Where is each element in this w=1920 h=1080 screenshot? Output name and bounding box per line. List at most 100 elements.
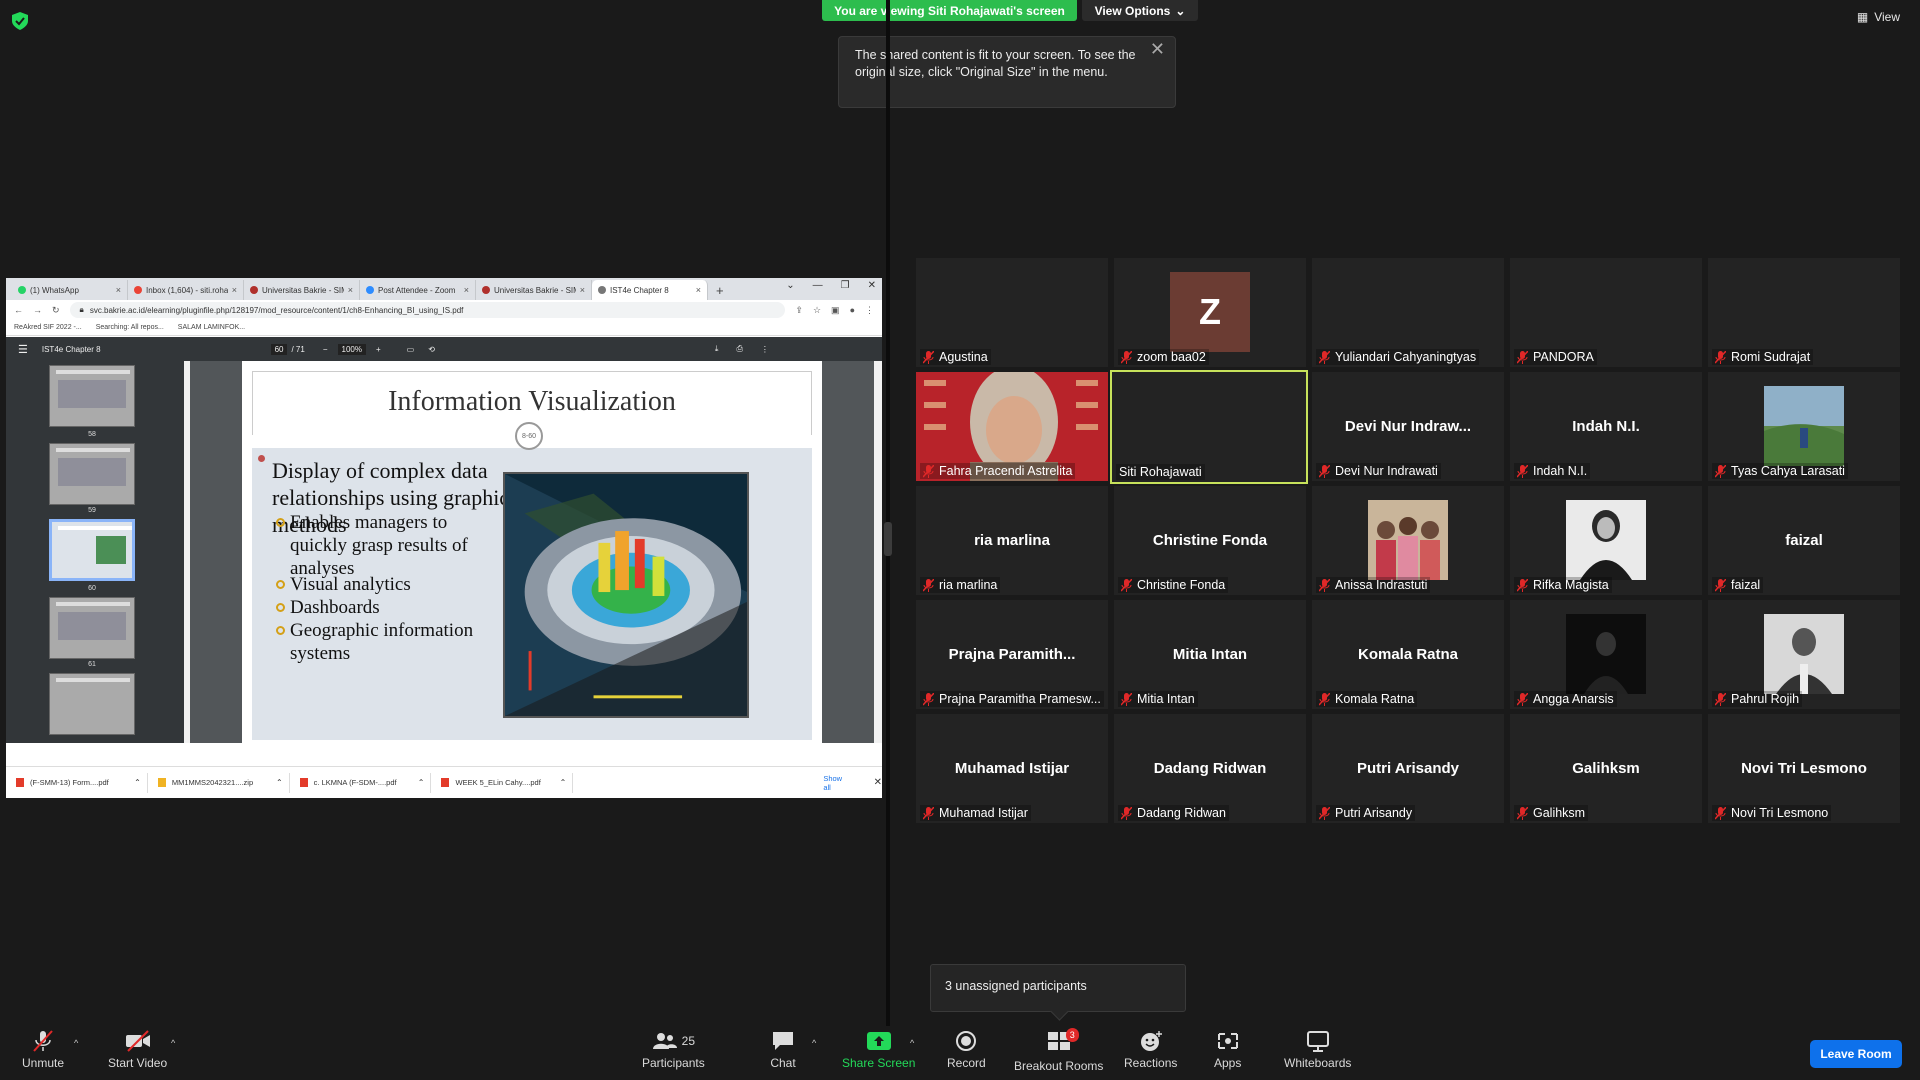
- participant-tile[interactable]: Muhamad Istijar Muhamad Istijar: [916, 714, 1108, 823]
- download-item[interactable]: (F-SMM-13) Form....pdf ⌃: [6, 772, 148, 793]
- page-input[interactable]: 60: [270, 343, 288, 355]
- participants-button[interactable]: 25 Participants: [642, 1030, 705, 1070]
- participant-tile[interactable]: Anissa Indrastuti: [1312, 486, 1504, 595]
- pdf-scrollbar[interactable]: [874, 361, 882, 743]
- menu-dots-icon[interactable]: ⋮: [865, 305, 874, 316]
- participant-tile[interactable]: ria marlina ria marlina: [916, 486, 1108, 595]
- participant-tile[interactable]: Christine Fonda Christine Fonda: [1114, 486, 1306, 595]
- shield-icon[interactable]: [12, 12, 28, 30]
- browser-tab[interactable]: Universitas Bakrie - SIM ×: [244, 280, 360, 300]
- participant-tile[interactable]: Rifka Magista: [1510, 486, 1702, 595]
- participant-tile[interactable]: Zzoom baa02: [1114, 258, 1306, 367]
- chevron-down-icon[interactable]: ⌄: [786, 280, 794, 291]
- star-icon[interactable]: ☆: [813, 305, 821, 316]
- participant-tile[interactable]: Devi Nur Indraw... Devi Nur Indrawati: [1312, 372, 1504, 481]
- fit-page-icon[interactable]: ▭: [407, 345, 415, 354]
- share-screen-button[interactable]: Share Screen: [842, 1030, 915, 1070]
- bookmark-item[interactable]: SALAM LAMINFOK...: [178, 324, 245, 331]
- zoom-out-icon[interactable]: −: [323, 345, 328, 354]
- participant-tile[interactable]: Romi Sudrajat: [1708, 258, 1900, 367]
- unassigned-participants-popover[interactable]: 3 unassigned participants: [930, 964, 1186, 1012]
- minimize-icon[interactable]: —: [813, 280, 823, 291]
- reactions-button[interactable]: Reactions: [1124, 1030, 1177, 1070]
- bookmark-item[interactable]: Searching: All repos...: [96, 324, 164, 331]
- hamburger-icon[interactable]: ☰: [18, 343, 28, 356]
- more-options-icon[interactable]: ⋮: [761, 345, 769, 354]
- close-window-icon[interactable]: ✕: [868, 280, 876, 291]
- browser-tab-active[interactable]: IST4e Chapter 8 ×: [592, 280, 708, 300]
- breakout-rooms-button[interactable]: 3 Breakout Rooms: [1014, 1028, 1103, 1073]
- close-icon[interactable]: ×: [580, 285, 585, 295]
- participant-tile-active-speaker[interactable]: Siti Rohajawati: [1110, 370, 1308, 484]
- leave-room-button[interactable]: Leave Room: [1810, 1040, 1902, 1068]
- restore-icon[interactable]: ❐: [841, 280, 850, 291]
- page-thumbnail[interactable]: [49, 673, 135, 735]
- unmute-button[interactable]: Unmute: [22, 1030, 64, 1070]
- zoom-in-icon[interactable]: +: [376, 345, 381, 354]
- participant-tile[interactable]: Yuliandari Cahyaningtyas: [1312, 258, 1504, 367]
- close-icon[interactable]: ×: [348, 285, 353, 295]
- participant-tile[interactable]: Prajna Paramith... Prajna Paramitha Prame…: [916, 600, 1108, 709]
- browser-tab[interactable]: Inbox (1,604) - siti.rohaj... ×: [128, 280, 244, 300]
- start-video-button[interactable]: Start Video: [108, 1030, 167, 1070]
- reload-icon[interactable]: ↻: [52, 305, 60, 316]
- rotate-icon[interactable]: ⟲: [428, 345, 435, 354]
- page-thumbnail[interactable]: [49, 443, 135, 505]
- participant-tile[interactable]: Tyas Cahya Larasati: [1708, 372, 1900, 481]
- participant-tile[interactable]: Mitia Intan Mitia Intan: [1114, 600, 1306, 709]
- profile-icon[interactable]: ●: [850, 305, 855, 315]
- share-options-caret[interactable]: ^: [910, 1038, 914, 1048]
- download-item[interactable]: WEEK 5_ELin Cahy....pdf ⌃: [431, 772, 574, 793]
- audio-options-caret[interactable]: ^: [74, 1038, 78, 1048]
- browser-tab[interactable]: Universitas Bakrie - SIM ×: [476, 280, 592, 300]
- print-icon[interactable]: ⎙: [736, 344, 742, 354]
- close-icon[interactable]: ×: [696, 285, 701, 295]
- page-thumbnail[interactable]: [49, 365, 135, 427]
- view-options-button[interactable]: View Options ⌄: [1082, 0, 1198, 21]
- close-icon[interactable]: ×: [464, 285, 469, 295]
- participant-tile[interactable]: Dadang Ridwan Dadang Ridwan: [1114, 714, 1306, 823]
- participant-tile[interactable]: Agustina: [916, 258, 1108, 367]
- participant-tile[interactable]: faizal faizal: [1708, 486, 1900, 595]
- divider-handle[interactable]: [884, 522, 892, 556]
- participant-tile[interactable]: PANDORA: [1510, 258, 1702, 367]
- page-thumbnail[interactable]: [49, 597, 135, 659]
- apps-button[interactable]: Apps: [1214, 1030, 1241, 1070]
- zoom-input[interactable]: 100%: [337, 343, 366, 355]
- page-thumbnail-selected[interactable]: [49, 519, 135, 581]
- participant-tile[interactable]: Galihksm Galihksm: [1510, 714, 1702, 823]
- browser-tab[interactable]: (1) WhatsApp ×: [12, 280, 128, 300]
- whiteboards-button[interactable]: Whiteboards: [1284, 1030, 1351, 1070]
- view-button[interactable]: ▦ View: [1857, 10, 1900, 24]
- participant-tile[interactable]: Putri Arisandy Putri Arisandy: [1312, 714, 1504, 823]
- back-icon[interactable]: ←: [14, 305, 23, 315]
- download-icon[interactable]: ⤓: [715, 344, 719, 354]
- participant-tile[interactable]: Komala Ratna Komala Ratna: [1312, 600, 1504, 709]
- close-icon[interactable]: ✕: [1150, 40, 1165, 58]
- participant-tile[interactable]: Indah N.I. Indah N.I.: [1510, 372, 1702, 481]
- chat-button[interactable]: Chat: [770, 1030, 796, 1070]
- video-options-caret[interactable]: ^: [171, 1038, 175, 1048]
- show-all-link[interactable]: Show all: [823, 774, 851, 792]
- chevron-up-icon[interactable]: ⌃: [560, 778, 567, 787]
- record-button[interactable]: Record: [947, 1030, 986, 1070]
- close-icon[interactable]: ×: [116, 285, 121, 295]
- participant-tile[interactable]: Angga Anarsis: [1510, 600, 1702, 709]
- participant-tile[interactable]: Pahrul Rojih: [1708, 600, 1900, 709]
- new-tab-button[interactable]: +: [708, 280, 732, 300]
- participant-tile-video[interactable]: Fahra Pracendi Astrelita: [916, 372, 1108, 481]
- chevron-up-icon[interactable]: ⌃: [276, 778, 283, 787]
- chevron-up-icon[interactable]: ⌃: [134, 778, 141, 787]
- close-icon[interactable]: ✕: [874, 777, 882, 788]
- bookmark-item[interactable]: ReAkred SIF 2022 -...: [14, 324, 82, 331]
- participant-tile[interactable]: Novi Tri Lesmono Novi Tri Lesmono: [1708, 714, 1900, 823]
- chat-options-caret[interactable]: ^: [812, 1038, 816, 1048]
- url-field[interactable]: 🔒︎ svc.bakrie.ac.id/elearning/pluginfile.…: [69, 302, 786, 318]
- extension-icon[interactable]: ▣: [831, 305, 840, 316]
- split-divider[interactable]: [886, 0, 890, 1030]
- download-item[interactable]: MM1MMS2042321....zip ⌃: [148, 772, 290, 793]
- download-item[interactable]: c. LKMNA (F-SDM-....pdf ⌃: [290, 772, 432, 793]
- close-icon[interactable]: ×: [232, 285, 237, 295]
- forward-icon[interactable]: →: [33, 305, 42, 315]
- share-icon[interactable]: ⇪: [795, 305, 803, 316]
